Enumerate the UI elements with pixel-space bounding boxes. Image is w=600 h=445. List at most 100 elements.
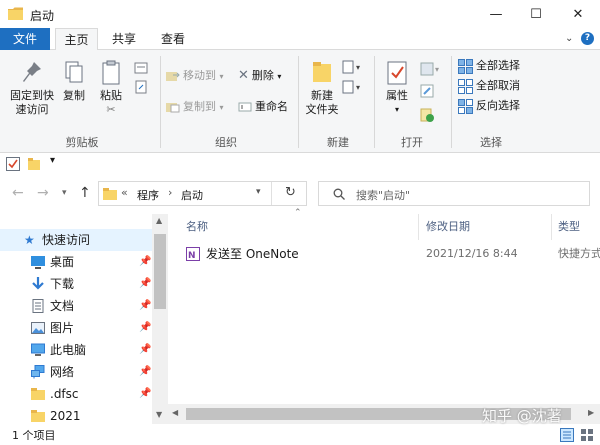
- breadcrumb-separator-icon[interactable]: ›: [168, 186, 172, 199]
- new-folder-icon: [313, 62, 331, 82]
- breadcrumb-item[interactable]: 程序: [137, 187, 159, 203]
- new-folder-small-icon[interactable]: [27, 157, 41, 171]
- copy-to-button[interactable]: 复制到 ▾: [166, 98, 224, 116]
- svg-text:▾: ▾: [356, 83, 360, 92]
- move-to-label: 移动到: [183, 69, 216, 82]
- svg-text:N: N: [188, 251, 196, 261]
- nav-scrollbar[interactable]: ▲ ▼: [152, 214, 168, 424]
- refresh-icon[interactable]: ↻: [285, 185, 296, 200]
- nav-item-quick-access[interactable]: ★ 快速访问: [0, 229, 152, 251]
- properties-small-icon[interactable]: [6, 157, 20, 171]
- nav-item-documents[interactable]: 文档 📌: [0, 295, 152, 317]
- properties-button[interactable]: 属性 ▾: [380, 60, 414, 117]
- rename-button[interactable]: 重命名: [238, 98, 288, 116]
- close-button[interactable]: ✕: [558, 0, 598, 28]
- nav-label: 此电脑: [50, 343, 87, 357]
- picture-icon: [31, 322, 45, 334]
- nav-label: 下载: [50, 277, 75, 291]
- search-box[interactable]: 搜索"启动": [318, 181, 590, 206]
- rename-label: 重命名: [255, 100, 288, 113]
- open-icon[interactable]: ▾: [420, 62, 442, 76]
- tab-view[interactable]: 查看: [152, 28, 194, 50]
- nav-item-desktop[interactable]: 桌面 📌: [0, 251, 152, 273]
- breadcrumb-item[interactable]: 启动: [181, 187, 203, 203]
- invert-selection-icon: [458, 98, 473, 114]
- tab-file[interactable]: 文件: [0, 28, 50, 50]
- delete-button[interactable]: ✕ 删除 ▾: [238, 67, 281, 85]
- paste-button[interactable]: 粘贴 ✂: [96, 60, 126, 117]
- copy-button[interactable]: 复制: [60, 60, 88, 103]
- history-icon[interactable]: [420, 108, 434, 122]
- new-item-icon[interactable]: ▾: [342, 60, 364, 74]
- folder-icon: [31, 410, 45, 422]
- select-all-label: 全部选择: [476, 59, 520, 72]
- select-all-icon: [458, 58, 473, 74]
- easy-access-icon[interactable]: ▾: [342, 80, 364, 94]
- minimize-button[interactable]: —: [476, 0, 516, 28]
- address-bar[interactable]: « 程序 › 启动 ▾ ↻: [98, 181, 307, 206]
- large-icons-view-icon[interactable]: [580, 428, 594, 442]
- scroll-down-icon[interactable]: ▼: [156, 410, 162, 419]
- select-none-button[interactable]: 全部取消: [458, 77, 520, 95]
- delete-x-icon: ✕: [238, 68, 249, 83]
- breadcrumb-overflow[interactable]: «: [121, 186, 128, 199]
- pin-icon[interactable]: 📌: [139, 251, 151, 273]
- scroll-up-icon[interactable]: ▲: [156, 216, 162, 225]
- chevron-down-icon: ▾: [219, 72, 224, 81]
- sort-ascending-icon: ⌃: [294, 208, 302, 218]
- column-header-type[interactable]: 类型: [558, 214, 580, 240]
- new-folder-button[interactable]: 新建 文件夹: [302, 60, 342, 117]
- pin-icon[interactable]: 📌: [139, 295, 151, 317]
- nav-item-downloads[interactable]: 下载 📌: [0, 273, 152, 295]
- file-row[interactable]: N 发送至 OneNote 2021/12/16 8:44 快捷方式: [176, 243, 600, 265]
- ribbon: 固定到快 速访问 复制 粘贴 ✂ 剪贴板 移动到 ▾ 复制到 ▾ ✕ 删除 ▾ 重…: [0, 50, 600, 153]
- customize-toolbar-icon[interactable]: ▾: [50, 155, 55, 166]
- folder-icon: [8, 7, 23, 20]
- edit-icon[interactable]: [420, 84, 434, 98]
- folder-icon: [31, 388, 45, 400]
- scroll-left-icon[interactable]: ◀: [172, 408, 178, 417]
- tab-home[interactable]: 主页: [55, 28, 98, 51]
- new-folder-label-2: 文件夹: [305, 103, 339, 116]
- clipboard-icon: [102, 60, 120, 85]
- pin-icon[interactable]: 📌: [139, 339, 151, 361]
- address-dropdown-icon[interactable]: ▾: [256, 187, 261, 197]
- nav-item-this-pc[interactable]: 此电脑 📌: [0, 339, 152, 361]
- column-header-modified[interactable]: 修改日期: [426, 214, 470, 240]
- new-folder-label-1: 新建: [311, 89, 333, 102]
- select-all-button[interactable]: 全部选择: [458, 57, 520, 75]
- pin-icon[interactable]: 📌: [139, 383, 151, 405]
- status-bar: 1 个项目: [0, 424, 600, 445]
- forward-arrow-icon[interactable]: →: [37, 185, 49, 201]
- invert-selection-button[interactable]: 反向选择: [458, 97, 520, 115]
- scroll-right-icon[interactable]: ▶: [588, 408, 594, 417]
- copy-label: 复制: [63, 89, 85, 102]
- details-view-icon[interactable]: [560, 428, 574, 442]
- pin-icon[interactable]: 📌: [139, 361, 151, 383]
- help-icon[interactable]: ?: [581, 32, 594, 45]
- column-header-name[interactable]: 名称: [186, 214, 208, 240]
- svg-text:▾: ▾: [356, 63, 360, 72]
- pin-icon[interactable]: 📌: [139, 317, 151, 339]
- pin-quick-access-button[interactable]: 固定到快 速访问: [6, 60, 58, 117]
- scrollbar-thumb[interactable]: [154, 234, 166, 309]
- nav-item-network[interactable]: 网络 📌: [0, 361, 152, 383]
- pin-icon[interactable]: 📌: [139, 273, 151, 295]
- back-arrow-icon[interactable]: ←: [12, 185, 24, 201]
- paste-shortcut-icon[interactable]: [134, 80, 148, 94]
- group-label-organize: 组织: [215, 136, 237, 149]
- up-arrow-icon[interactable]: ↑: [79, 185, 91, 201]
- nav-item-dfsc[interactable]: .dfsc 📌: [0, 383, 152, 405]
- recent-locations-icon[interactable]: ▾: [62, 188, 67, 198]
- copy-path-icon[interactable]: [134, 62, 148, 74]
- ribbon-collapse-icon[interactable]: ⌄: [565, 33, 573, 44]
- window-title: 启动: [30, 9, 55, 23]
- maximize-button[interactable]: ☐: [516, 0, 556, 28]
- tab-share[interactable]: 共享: [104, 28, 144, 50]
- file-modified: 2021/12/16 8:44: [426, 247, 518, 260]
- invert-selection-label: 反向选择: [476, 99, 520, 112]
- move-to-button[interactable]: 移动到 ▾: [166, 67, 224, 85]
- nav-item-pictures[interactable]: 图片 📌: [0, 317, 152, 339]
- cut-icon[interactable]: ✂: [96, 103, 126, 117]
- computer-icon: [31, 343, 45, 356]
